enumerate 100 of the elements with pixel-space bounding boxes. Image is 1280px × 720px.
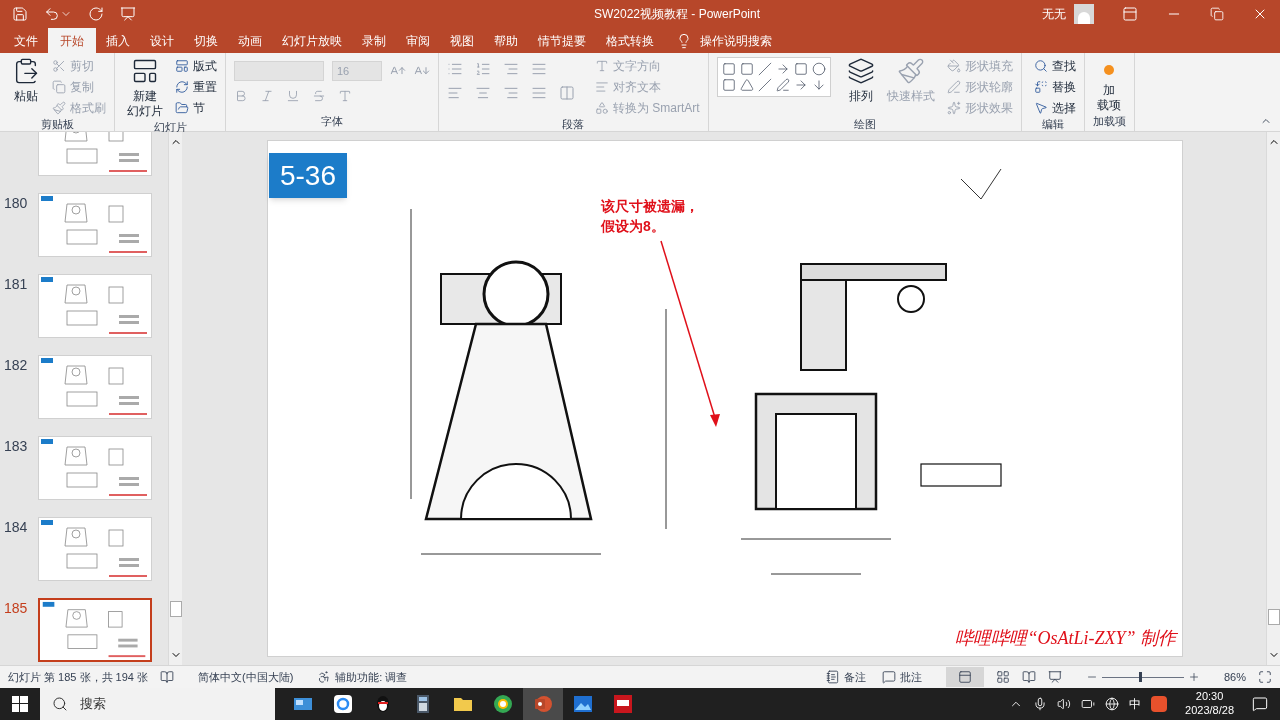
ime-icon[interactable] (1151, 696, 1168, 712)
oval-icon[interactable] (811, 62, 826, 76)
ribbon-display-icon[interactable] (1122, 6, 1138, 22)
align-center-icon[interactable] (475, 85, 491, 101)
ribbon-small-button[interactable]: 版式 (193, 56, 217, 75)
ribbon-small-button[interactable]: 查找 (1051, 56, 1076, 75)
notes-icon[interactable] (825, 670, 840, 684)
cad-app-icon[interactable] (613, 694, 633, 714)
save-icon[interactable] (12, 6, 28, 22)
bullets-icon[interactable] (447, 61, 463, 77)
justify-icon[interactable] (531, 85, 547, 101)
input-method[interactable]: 中 (1129, 695, 1142, 713)
ribbon-tab[interactable]: 审阅 (396, 28, 440, 53)
sorter-view-icon[interactable] (995, 670, 1010, 684)
cursor-icon[interactable] (1033, 100, 1048, 115)
triangle-icon[interactable] (739, 78, 754, 92)
line-spacing-icon[interactable] (531, 61, 547, 77)
rectangle-icon[interactable] (793, 62, 808, 76)
tell-me-search[interactable]: 操作说明搜索 (700, 31, 772, 50)
font-color-icon[interactable] (338, 89, 352, 103)
line-icon[interactable] (757, 78, 772, 92)
zoom-slider[interactable] (1101, 672, 1184, 682)
present-icon[interactable] (120, 6, 136, 22)
arrow-icon[interactable] (775, 62, 790, 76)
ribbon-button[interactable]: 新建 幻灯片 (127, 89, 163, 119)
shape-gallery[interactable] (716, 57, 831, 97)
ribbon-tab[interactable]: 切换 (184, 28, 228, 53)
font-name-field[interactable] (234, 61, 324, 81)
battery-icon[interactable] (1081, 697, 1096, 711)
redo-icon[interactable] (88, 6, 104, 22)
scroll-thumb[interactable] (1267, 609, 1280, 625)
comments-button[interactable]: 批注 (899, 668, 922, 686)
browser-app-icon[interactable] (493, 694, 513, 714)
ribbon-small-button[interactable]: 选择 (1051, 98, 1076, 117)
italic-icon[interactable] (260, 89, 274, 103)
microphone-icon[interactable] (1033, 697, 1048, 711)
ribbon-button[interactable]: 加 载项 (1096, 83, 1121, 113)
clock-time[interactable]: 20:30 (1195, 690, 1224, 704)
ribbon-tab[interactable]: 开始 (48, 28, 96, 53)
photos-app-icon[interactable] (573, 694, 593, 714)
ribbon-tab[interactable]: 幻灯片放映 (272, 28, 352, 53)
underline-icon[interactable] (286, 89, 300, 103)
line-icon[interactable] (757, 62, 772, 76)
layout-icon[interactable] (175, 58, 189, 73)
arrow-icon[interactable] (793, 78, 808, 92)
ribbon-button[interactable]: 粘贴 (14, 89, 38, 104)
ribbon-tab[interactable]: 录制 (352, 28, 396, 53)
language[interactable]: 简体中文(中国大陆) (198, 668, 294, 686)
windows-start-icon[interactable] (12, 696, 28, 712)
zoom-thumb[interactable] (1138, 672, 1142, 682)
rounded-rectangle-icon[interactable] (721, 78, 736, 92)
rectangle-icon[interactable] (739, 62, 754, 76)
align-right-icon[interactable] (503, 85, 519, 101)
reading-view-icon[interactable] (1021, 670, 1036, 684)
accessibility-button[interactable]: 辅助功能: 调查 (335, 668, 408, 686)
clock-date[interactable]: 2023/8/28 (1185, 704, 1234, 718)
search-icon[interactable] (1033, 58, 1048, 73)
ribbon-small-button[interactable]: 重置 (193, 77, 217, 96)
ribbon-tab[interactable]: 插入 (96, 28, 140, 53)
ribbon-tab[interactable]: 帮助 (484, 28, 528, 53)
ribbon-tab[interactable]: 动画 (228, 28, 272, 53)
ribbon-tab[interactable]: 文件 (4, 28, 48, 53)
slideshow-icon[interactable] (1047, 670, 1062, 684)
ribbon-small-button[interactable]: 节 (193, 98, 205, 117)
undo-icon[interactable] (44, 6, 60, 22)
ribbon-tab[interactable]: 设计 (140, 28, 184, 53)
align-left-icon[interactable] (447, 85, 463, 101)
bold-icon[interactable] (234, 89, 248, 103)
pen-icon[interactable] (775, 78, 790, 92)
spelling-icon[interactable] (160, 670, 174, 684)
new-slide-icon[interactable] (131, 57, 159, 85)
fit-slide-icon[interactable] (1258, 670, 1272, 684)
volume-icon[interactable] (1057, 697, 1072, 711)
cloud-app-icon[interactable] (333, 694, 353, 714)
presentation-app-icon[interactable] (533, 694, 553, 714)
columns-icon[interactable] (559, 85, 575, 101)
ribbon-small-button[interactable]: 替换 (1051, 77, 1076, 96)
normal-view-icon[interactable] (957, 670, 972, 684)
scrollbar[interactable] (168, 132, 182, 665)
replace-icon[interactable] (1033, 79, 1048, 94)
numbering-icon[interactable] (475, 61, 491, 77)
taskbar-search-field[interactable]: 搜索 (80, 694, 106, 714)
zoom-in-icon[interactable] (1187, 671, 1200, 683)
network-icon[interactable] (1105, 697, 1120, 711)
scrollbar[interactable] (1266, 132, 1280, 665)
comment-icon[interactable] (881, 670, 896, 684)
accessibility-icon[interactable] (317, 670, 332, 684)
slide-thumbnail[interactable] (38, 598, 152, 662)
zoom-percent[interactable]: 86% (1223, 668, 1246, 686)
notifications-icon[interactable] (1252, 696, 1268, 712)
ribbon-tab[interactable]: 格式转换 (596, 28, 664, 53)
reset-icon[interactable] (175, 79, 189, 94)
layers-icon[interactable] (846, 57, 875, 85)
notes-button[interactable]: 备注 (843, 668, 866, 686)
ribbon-tab[interactable]: 视图 (440, 28, 484, 53)
text-box-icon[interactable] (721, 62, 736, 76)
ribbon-button[interactable]: 排列 (848, 89, 873, 104)
indent-icon[interactable] (503, 61, 519, 77)
scroll-thumb[interactable] (169, 601, 182, 617)
restore-icon[interactable] (1210, 7, 1224, 21)
